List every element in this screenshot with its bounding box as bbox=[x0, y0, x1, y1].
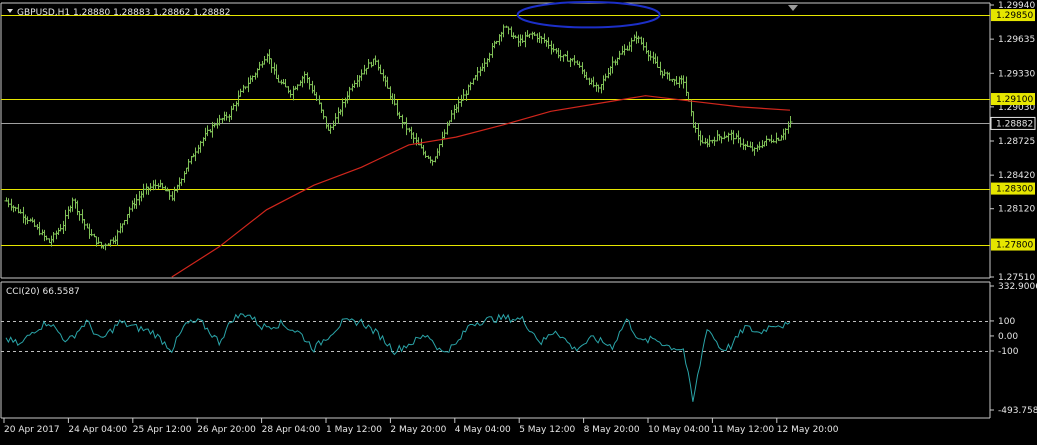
cci-tick-label: 100 bbox=[998, 317, 1015, 327]
cci-tick-label: -100 bbox=[998, 347, 1019, 357]
y-tick-label: 1.28725 bbox=[998, 137, 1035, 147]
x-tick-label: 1 May 12:00 bbox=[326, 425, 382, 435]
x-tick-label: 8 May 20:00 bbox=[584, 425, 640, 435]
level-price-label: 1.28300 bbox=[996, 185, 1033, 195]
x-tick-label: 2 May 20:00 bbox=[390, 425, 446, 435]
chart-background bbox=[0, 0, 1037, 441]
level-price-label: 1.29850 bbox=[996, 11, 1033, 21]
x-tick-label: 4 May 04:00 bbox=[455, 425, 511, 435]
x-tick-label: 20 Apr 2017 bbox=[4, 425, 60, 435]
x-tick-label: 12 May 20:00 bbox=[777, 425, 839, 435]
cci-tick-label: -493.7586 bbox=[998, 406, 1037, 416]
cci-tick-label: 332.9006 bbox=[998, 282, 1037, 292]
y-tick-label: 1.28420 bbox=[998, 171, 1035, 181]
y-tick-label: 1.29635 bbox=[998, 35, 1035, 45]
x-tick-label: 26 Apr 20:00 bbox=[197, 425, 256, 435]
chart-title: GBPUSD,H1 1.28880 1.28883 1.28862 1.2888… bbox=[17, 8, 230, 18]
x-tick-label: 28 Apr 04:00 bbox=[262, 425, 321, 435]
cci-title: CCI(20) 66.5587 bbox=[6, 287, 80, 297]
y-tick-label: 1.29330 bbox=[998, 69, 1035, 79]
level-price-label: 1.29100 bbox=[996, 95, 1033, 105]
cci-tick-label: 0.00 bbox=[998, 332, 1018, 342]
chart-canvas[interactable]: 1.299401.296351.293301.290301.287251.284… bbox=[0, 0, 1037, 441]
x-tick-label: 10 May 04:00 bbox=[648, 425, 710, 435]
x-tick-label: 24 Apr 04:00 bbox=[68, 425, 127, 435]
current-price-label: 1.28882 bbox=[996, 119, 1033, 129]
level-price-label: 1.27800 bbox=[996, 241, 1033, 251]
x-tick-label: 5 May 12:00 bbox=[519, 425, 575, 435]
x-tick-label: 11 May 12:00 bbox=[712, 425, 774, 435]
mt4-chart[interactable]: 1.29940 1.29635 1.29330 1.29030 1.28725 1.284… bbox=[0, 0, 1037, 441]
x-tick-label: 25 Apr 12:00 bbox=[133, 425, 192, 435]
y-tick-label: 1.28120 bbox=[998, 205, 1035, 215]
